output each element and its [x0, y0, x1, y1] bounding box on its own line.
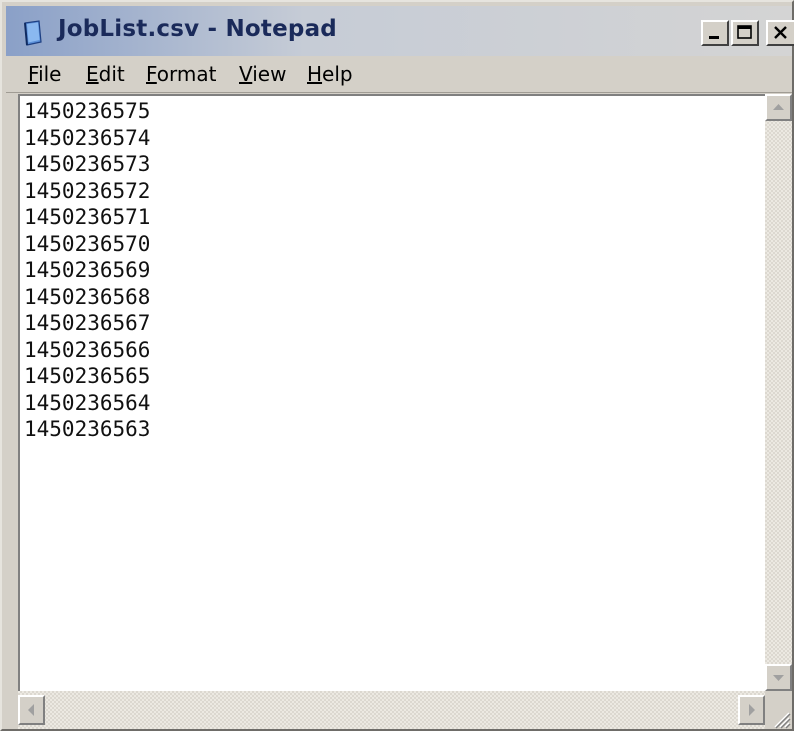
- text-line: 1450236563: [24, 417, 151, 441]
- text-line: 1450236573: [24, 152, 151, 176]
- menu-help[interactable]: Help: [307, 62, 353, 86]
- close-button[interactable]: [766, 20, 794, 46]
- notepad-window: JobList.csv - Notepad File Edit Format V…: [0, 0, 794, 731]
- text-line: 1450236566: [24, 337, 151, 362]
- text-line: 1450236568: [24, 284, 151, 309]
- text-line: 1450236567: [24, 311, 151, 335]
- close-icon: [774, 26, 787, 39]
- maximize-button[interactable]: [731, 20, 759, 46]
- scroll-right-button[interactable]: [738, 695, 765, 725]
- arrow-left-icon: [28, 704, 34, 716]
- text-line: 1450236564: [24, 390, 151, 415]
- minimize-button[interactable]: [701, 20, 729, 46]
- arrow-up-icon: [773, 104, 784, 110]
- menu-file[interactable]: File: [28, 62, 61, 86]
- maximize-icon: [737, 25, 752, 39]
- resize-grip-icon: [774, 712, 791, 729]
- notepad-icon[interactable]: [22, 20, 44, 46]
- scroll-left-button[interactable]: [18, 695, 45, 725]
- menu-bar: File Edit Format View Help: [6, 56, 792, 93]
- arrow-right-icon: [749, 704, 755, 716]
- text-line: 1450236574: [24, 125, 151, 150]
- scroll-down-button[interactable]: [765, 664, 792, 691]
- arrow-down-icon: [773, 675, 784, 681]
- text-line: 1450236572: [24, 178, 151, 203]
- vertical-scrollbar[interactable]: [765, 94, 792, 691]
- text-line: 1450236569: [24, 258, 151, 282]
- scroll-up-button[interactable]: [765, 94, 792, 121]
- text-editor[interactable]: 1450236575 1450236574 1450236573 1450236…: [18, 94, 765, 691]
- text-line: 1450236570: [24, 231, 151, 256]
- document-text[interactable]: 1450236575 1450236574 1450236573 1450236…: [24, 98, 150, 443]
- text-line: 1450236571: [24, 205, 151, 229]
- menu-view[interactable]: View: [239, 62, 286, 86]
- menu-edit[interactable]: Edit: [86, 62, 125, 86]
- horizontal-scrollbar[interactable]: [18, 691, 765, 729]
- menu-format[interactable]: Format: [146, 62, 216, 86]
- window-title: JobList.csv - Notepad: [58, 16, 337, 42]
- resize-grip[interactable]: [765, 691, 792, 729]
- text-line: 1450236575: [24, 99, 151, 123]
- text-line: 1450236565: [24, 364, 151, 388]
- title-bar[interactable]: JobList.csv - Notepad: [6, 6, 794, 56]
- minimize-icon: [709, 36, 719, 39]
